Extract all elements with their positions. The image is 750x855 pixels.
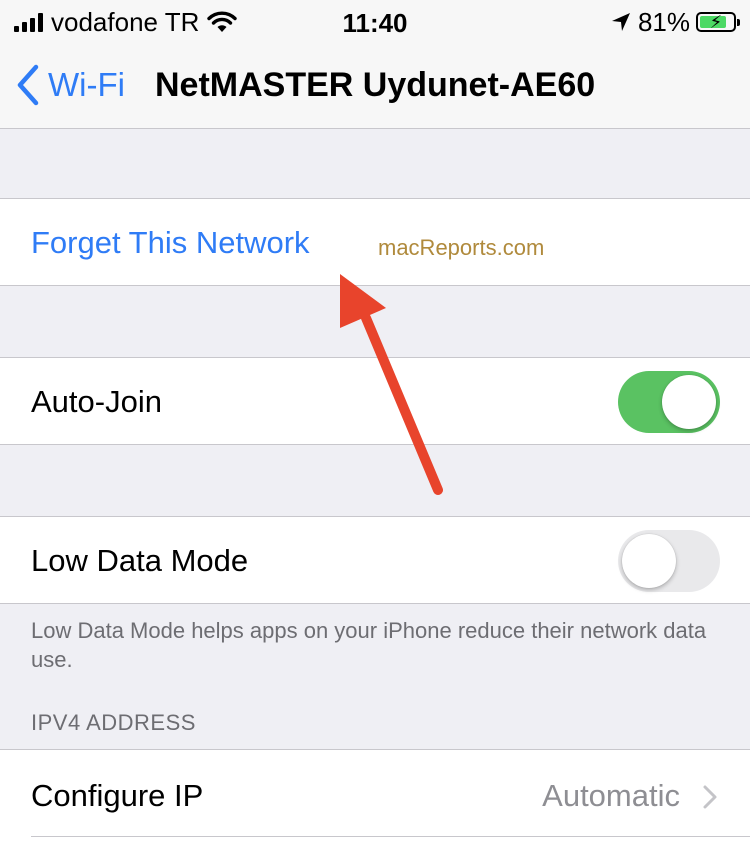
charging-bolt-icon: ⚡ (709, 12, 723, 32)
battery-percent: 81% (637, 6, 690, 37)
low-data-mode-label: Low Data Mode (31, 543, 249, 578)
auto-join-toggle[interactable] (618, 371, 720, 433)
ipv4-section-header: IPV4 ADDRESS (31, 710, 196, 735)
back-button[interactable]: Wi-Fi (16, 62, 125, 108)
auto-join-label: Auto-Join (31, 384, 162, 419)
configure-ip-label: Configure IP (31, 778, 204, 813)
forget-network-cell[interactable]: Forget This Network macReports.com (0, 198, 750, 286)
chevron-right-icon (703, 785, 717, 809)
location-arrow-icon (611, 13, 630, 31)
navigation-bar: Wi-Fi NetMASTER Uydunet-AE60 (0, 44, 750, 129)
page-title: NetMASTER Uydunet-AE60 (155, 66, 596, 104)
status-bar: vodafone TR 11:40 81% ⚡ (0, 0, 750, 44)
low-data-mode-footer: Low Data Mode helps apps on your iPhone … (31, 618, 707, 672)
auto-join-cell: Auto-Join (0, 357, 750, 445)
watermark: macReports.com (378, 235, 545, 260)
configure-ip-cell[interactable]: Configure IP Automatic (0, 749, 750, 855)
chevron-left-icon (17, 64, 39, 106)
low-data-mode-toggle[interactable] (618, 530, 720, 592)
forget-network-button[interactable]: Forget This Network (31, 225, 310, 261)
low-data-mode-cell: Low Data Mode (0, 516, 750, 604)
row-separator (31, 836, 750, 837)
back-label: Wi-Fi (48, 66, 125, 103)
toggle-knob (662, 375, 716, 429)
status-right: 81% ⚡ (610, 6, 740, 37)
battery-charging-icon: ⚡ (696, 12, 740, 32)
toggle-knob (622, 534, 676, 588)
configure-ip-value: Automatic (542, 778, 680, 813)
